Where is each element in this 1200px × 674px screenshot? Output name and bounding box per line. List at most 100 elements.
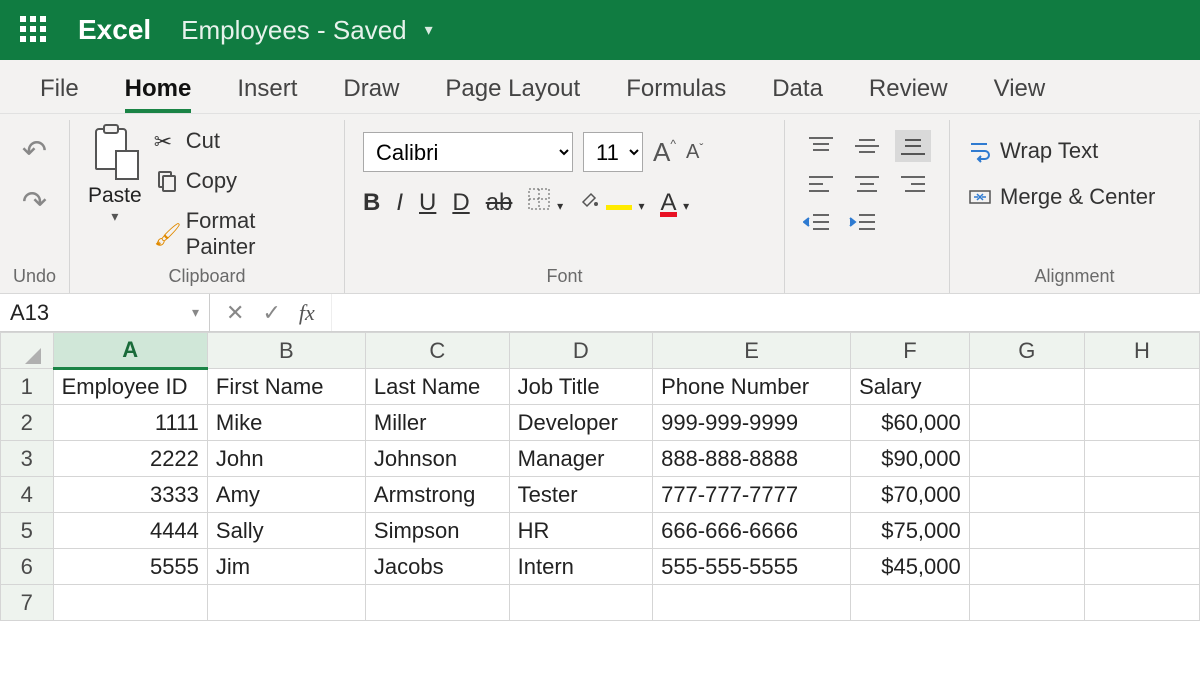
spreadsheet-grid[interactable]: A B C D E F G H 1Employee IDFirst NameLa… bbox=[0, 332, 1200, 621]
cancel-formula-icon[interactable]: ✕ bbox=[226, 300, 244, 326]
redo-icon[interactable]: ↷ bbox=[22, 185, 47, 220]
align-top-icon[interactable] bbox=[803, 130, 839, 162]
cell[interactable]: Amy bbox=[207, 477, 365, 513]
cell[interactable] bbox=[365, 585, 509, 621]
cell[interactable] bbox=[969, 513, 1084, 549]
col-header-h[interactable]: H bbox=[1084, 333, 1199, 369]
cell[interactable]: Armstrong bbox=[365, 477, 509, 513]
italic-button[interactable]: I bbox=[396, 189, 403, 217]
cell[interactable] bbox=[1084, 477, 1199, 513]
cell[interactable]: 2222 bbox=[53, 441, 207, 477]
col-header-g[interactable]: G bbox=[969, 333, 1084, 369]
chevron-down-icon[interactable]: ▾ bbox=[638, 199, 644, 213]
select-all-corner[interactable] bbox=[1, 333, 54, 369]
tab-data[interactable]: Data bbox=[772, 75, 823, 113]
align-left-icon[interactable] bbox=[803, 168, 839, 200]
cell[interactable] bbox=[969, 585, 1084, 621]
cell[interactable] bbox=[1084, 405, 1199, 441]
font-name-select[interactable]: Calibri bbox=[363, 132, 573, 172]
col-header-f[interactable]: F bbox=[851, 333, 970, 369]
cut-button[interactable]: ✂ Cut bbox=[154, 128, 326, 154]
fill-color-button[interactable]: ▾ bbox=[579, 189, 644, 217]
cell[interactable] bbox=[1084, 585, 1199, 621]
cell[interactable]: Simpson bbox=[365, 513, 509, 549]
cell[interactable] bbox=[53, 585, 207, 621]
cell[interactable]: $70,000 bbox=[851, 477, 970, 513]
increase-indent-icon[interactable] bbox=[849, 212, 877, 237]
paste-button[interactable]: Paste ▾ bbox=[88, 124, 142, 225]
cell[interactable] bbox=[969, 405, 1084, 441]
cell[interactable] bbox=[969, 369, 1084, 405]
align-bottom-icon[interactable] bbox=[895, 130, 931, 162]
cell[interactable]: 555-555-5555 bbox=[653, 549, 851, 585]
row-header[interactable]: 4 bbox=[1, 477, 54, 513]
tab-draw[interactable]: Draw bbox=[343, 75, 399, 113]
cell[interactable]: 4444 bbox=[53, 513, 207, 549]
chevron-down-icon[interactable]: ▾ bbox=[557, 199, 563, 213]
cell[interactable]: $60,000 bbox=[851, 405, 970, 441]
cell[interactable]: HR bbox=[509, 513, 652, 549]
col-header-a[interactable]: A bbox=[53, 333, 207, 369]
tab-insert[interactable]: Insert bbox=[237, 75, 297, 113]
row-header[interactable]: 3 bbox=[1, 441, 54, 477]
cell[interactable]: Miller bbox=[365, 405, 509, 441]
double-underline-button[interactable]: D bbox=[452, 189, 469, 217]
row-header[interactable]: 2 bbox=[1, 405, 54, 441]
decrease-font-icon[interactable]: Aˇ bbox=[686, 141, 703, 164]
row-header[interactable]: 6 bbox=[1, 549, 54, 585]
cell[interactable]: Salary bbox=[851, 369, 970, 405]
align-center-icon[interactable] bbox=[849, 168, 885, 200]
accept-formula-icon[interactable]: ✓ bbox=[262, 300, 280, 326]
cell[interactable]: Jacobs bbox=[365, 549, 509, 585]
cell[interactable] bbox=[969, 549, 1084, 585]
document-title[interactable]: Employees - Saved bbox=[181, 15, 406, 46]
cell[interactable] bbox=[969, 441, 1084, 477]
col-header-e[interactable]: E bbox=[653, 333, 851, 369]
chevron-down-icon[interactable]: ▾ bbox=[683, 199, 689, 213]
cell[interactable] bbox=[653, 585, 851, 621]
cell[interactable]: Mike bbox=[207, 405, 365, 441]
cell[interactable]: Sally bbox=[207, 513, 365, 549]
borders-button[interactable]: ▾ bbox=[528, 188, 563, 217]
cell[interactable]: 999-999-9999 bbox=[653, 405, 851, 441]
cell[interactable]: Employee ID bbox=[53, 369, 207, 405]
cell[interactable]: Intern bbox=[509, 549, 652, 585]
cell[interactable]: John bbox=[207, 441, 365, 477]
wrap-text-button[interactable]: Wrap Text bbox=[968, 138, 1098, 164]
app-launcher-icon[interactable] bbox=[20, 16, 48, 44]
cell[interactable]: 666-666-6666 bbox=[653, 513, 851, 549]
cell[interactable]: Johnson bbox=[365, 441, 509, 477]
cell[interactable]: $75,000 bbox=[851, 513, 970, 549]
cell[interactable]: Last Name bbox=[365, 369, 509, 405]
cell[interactable]: 1111 bbox=[53, 405, 207, 441]
tab-review[interactable]: Review bbox=[869, 75, 948, 113]
font-color-button[interactable]: A ▾ bbox=[660, 189, 689, 217]
cell[interactable]: $45,000 bbox=[851, 549, 970, 585]
cell[interactable]: Jim bbox=[207, 549, 365, 585]
undo-icon[interactable]: ↶ bbox=[22, 134, 47, 169]
increase-font-icon[interactable]: A^ bbox=[653, 137, 676, 168]
cell[interactable]: 888-888-8888 bbox=[653, 441, 851, 477]
formula-input[interactable] bbox=[332, 294, 1200, 331]
align-middle-icon[interactable] bbox=[849, 130, 885, 162]
row-header[interactable]: 5 bbox=[1, 513, 54, 549]
chevron-down-icon[interactable]: ▾ bbox=[111, 208, 118, 225]
align-right-icon[interactable] bbox=[895, 168, 931, 200]
cell[interactable]: Job Title bbox=[509, 369, 652, 405]
row-header[interactable]: 7 bbox=[1, 585, 54, 621]
fx-icon[interactable]: fx bbox=[299, 300, 315, 326]
tab-home[interactable]: Home bbox=[125, 75, 192, 113]
cell[interactable] bbox=[207, 585, 365, 621]
cell[interactable]: 3333 bbox=[53, 477, 207, 513]
font-size-select[interactable]: 11 bbox=[583, 132, 643, 172]
cell[interactable]: Tester bbox=[509, 477, 652, 513]
cell[interactable] bbox=[1084, 369, 1199, 405]
merge-center-button[interactable]: Merge & Center bbox=[968, 184, 1155, 210]
row-header[interactable]: 1 bbox=[1, 369, 54, 405]
name-box[interactable]: A13 ▾ bbox=[0, 294, 210, 331]
cell[interactable] bbox=[969, 477, 1084, 513]
cell[interactable] bbox=[851, 585, 970, 621]
cell[interactable] bbox=[1084, 549, 1199, 585]
bold-button[interactable]: B bbox=[363, 189, 380, 217]
cell[interactable] bbox=[1084, 441, 1199, 477]
